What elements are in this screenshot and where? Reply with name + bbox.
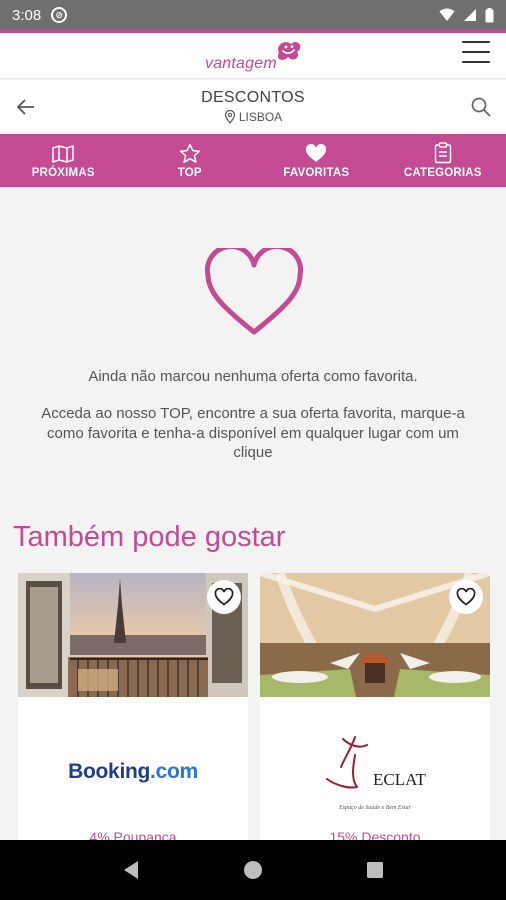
tab-bar: PRÓXIMAS TOP FAVORITAS CATEGORIAS [0, 134, 506, 187]
favorite-toggle-button[interactable] [207, 580, 241, 614]
page-title: DESCONTOS [201, 89, 305, 106]
recommendations-title: Também pode gostar [13, 521, 286, 553]
offer-card[interactable]: Booking.com 4% Poupança [18, 573, 248, 848]
app-logo[interactable]: vantagem [205, 39, 303, 73]
wifi-icon [439, 8, 455, 21]
system-navigation-bar [0, 840, 506, 900]
svg-text:ECLAT: ECLAT [373, 770, 427, 789]
tab-categorias[interactable]: CATEGORIAS [380, 134, 506, 187]
offer-photo [260, 573, 490, 697]
tab-label: PRÓXIMAS [31, 167, 95, 179]
tab-favoritas[interactable]: FAVORITAS [253, 134, 380, 187]
search-icon[interactable] [470, 96, 492, 118]
offer-card[interactable]: ECLAT Espaço de Saúde e Bem Estar 15% De… [260, 573, 490, 848]
clipboard-icon [434, 142, 451, 164]
signal-icon [464, 9, 476, 21]
empty-favorites-heart-icon [204, 248, 304, 335]
logo-mark-icon [277, 42, 301, 60]
tab-label: FAVORITAS [283, 167, 350, 179]
location-label: LISBOA [238, 110, 283, 124]
do-not-disturb-icon: ⊘ [51, 7, 68, 23]
empty-state-message: Ainda não marcou nenhuma oferta como fav… [88, 368, 418, 385]
battery-icon [485, 7, 494, 22]
svg-text:Espaço de Saúde e Bem Estar: Espaço de Saúde e Bem Estar [338, 805, 411, 811]
logo-text: vantagem [205, 55, 277, 72]
location-pin-icon [224, 110, 235, 124]
map-icon [52, 144, 74, 163]
nav-home-icon[interactable] [233, 850, 273, 890]
booking-logo: Booking.com [68, 760, 198, 783]
location-selector[interactable]: LISBOA [0, 110, 506, 124]
brand-area: ECLAT Espaço de Saúde e Bem Estar [260, 697, 490, 847]
favorite-toggle-button[interactable] [449, 580, 483, 614]
nav-back-icon[interactable] [111, 850, 151, 890]
brand-area: Booking.com [18, 697, 248, 847]
hamburger-menu-icon[interactable] [462, 41, 490, 63]
app-bar: vantagem [0, 33, 506, 79]
tab-label: TOP [177, 167, 202, 179]
status-time: 3:08 [12, 6, 42, 24]
nav-recents-icon[interactable] [355, 850, 395, 890]
status-bar: 3:08 ⊘ [0, 0, 506, 30]
star-icon [179, 143, 200, 163]
tab-top[interactable]: TOP [127, 134, 254, 187]
subheader: DESCONTOS LISBOA [0, 80, 506, 134]
eclat-logo: ECLAT Espaço de Saúde e Bem Estar [326, 736, 427, 811]
heart-outline-icon [456, 588, 476, 606]
heart-outline-icon [214, 588, 234, 606]
tab-label: CATEGORIAS [403, 167, 482, 179]
empty-state-hint: Acceda ao nosso TOP, encontre a sua ofer… [41, 405, 465, 461]
heart-icon [306, 143, 327, 162]
offer-photo [18, 573, 248, 697]
tab-proximas[interactable]: PRÓXIMAS [0, 134, 127, 187]
